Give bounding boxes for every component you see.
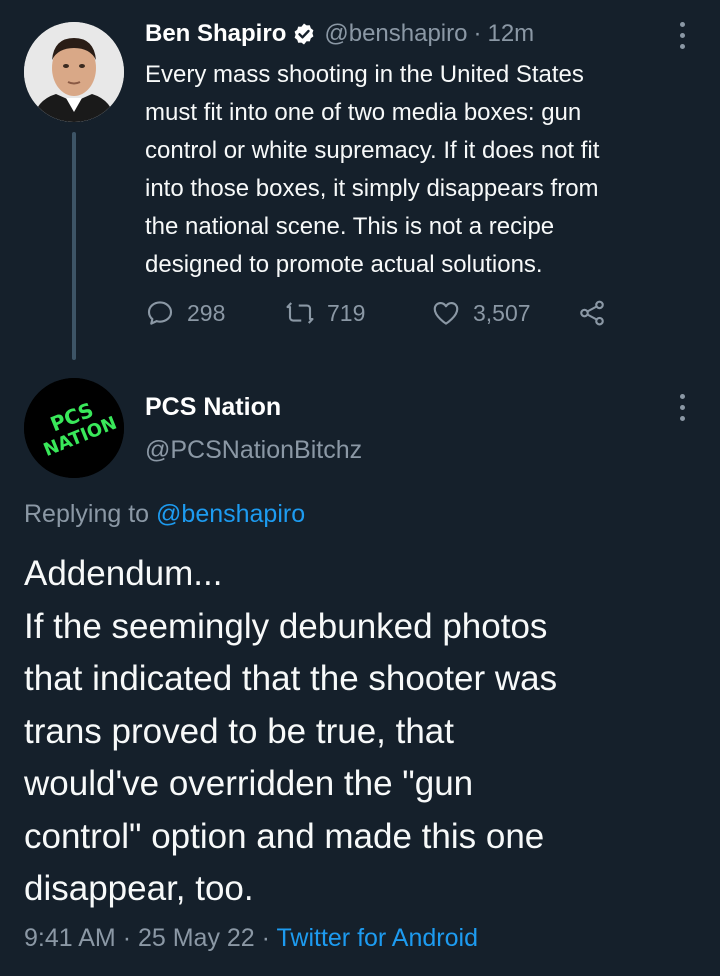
more-options-icon[interactable] xyxy=(672,22,692,52)
tweet1-line: into those boxes, it simply disappears f… xyxy=(145,175,599,202)
verified-badge-icon xyxy=(292,22,316,46)
replying-to-line: Replying to @benshapiro xyxy=(24,500,305,529)
tweet1-line: Every mass shooting in the United States xyxy=(145,61,584,88)
tweet2-line: control" option and made this one xyxy=(24,816,545,856)
like-count: 3,507 xyxy=(473,299,531,326)
meta-separator: · xyxy=(261,924,270,952)
retweet-icon xyxy=(286,302,314,324)
tweet2-source-link[interactable]: Twitter for Android xyxy=(277,924,478,952)
share-icon xyxy=(580,300,604,326)
replying-to-link[interactable]: @benshapiro xyxy=(156,500,305,528)
tweet1-text: Every mass shooting in the United States… xyxy=(145,56,705,284)
tweet1-time[interactable]: 12m xyxy=(487,20,534,48)
tweet1-author-name[interactable]: Ben Shapiro xyxy=(145,20,286,48)
tweet2-line: that indicated that the shooter was xyxy=(24,659,558,698)
reply-icon xyxy=(147,301,173,325)
tweet2-author-name[interactable]: PCS Nation xyxy=(145,393,281,422)
reply-count: 298 xyxy=(187,299,226,326)
avatar-portrait xyxy=(24,22,124,122)
tweet1-line: the national scene. This is not a recipe xyxy=(145,213,555,240)
like-icon xyxy=(433,301,459,325)
tweet1-header: Ben Shapiro @benshapiro · 12m xyxy=(145,20,534,48)
tweet2-line: If the seemingly debunked photos xyxy=(24,606,548,646)
tweet2-text: Addendum... If the seemingly debunked ph… xyxy=(24,548,714,916)
retweet-count: 719 xyxy=(327,299,366,326)
more-options-icon[interactable] xyxy=(672,394,692,424)
pcs-nation-logo: PCS NATION xyxy=(24,378,124,478)
tweet2-handle[interactable]: @PCSNationBitchz xyxy=(145,436,362,465)
avatar-ben-shapiro[interactable] xyxy=(24,22,124,122)
meta-separator: · xyxy=(122,924,132,952)
share-button[interactable] xyxy=(577,298,619,328)
tweet2-meta: 9:41 AM · 25 May 22 · Twitter for Androi… xyxy=(24,924,478,953)
tweet2-line: Addendum... xyxy=(24,554,223,593)
tweet2-time[interactable]: 9:41 AM xyxy=(24,924,116,952)
tweet2-line: trans proved to be true, that xyxy=(24,711,454,751)
avatar-pcs-nation[interactable]: PCS NATION xyxy=(24,378,124,478)
tweet2-line: would've overridden the "gun xyxy=(24,764,474,803)
tweet1-handle[interactable]: @benshapiro xyxy=(324,20,467,48)
tweet1-line: control or white supremacy. If it does n… xyxy=(145,137,600,164)
retweet-button[interactable]: 719 xyxy=(285,298,365,328)
thread-connector-line xyxy=(72,132,76,360)
like-button[interactable]: 3,507 xyxy=(431,298,531,328)
tweet1-line: designed to promote actual solutions. xyxy=(145,251,543,278)
tweet2-date[interactable]: 25 May 22 xyxy=(138,924,255,952)
tweet1-action-bar: 298 719 3,507 xyxy=(145,298,625,338)
replying-to-label: Replying to xyxy=(24,500,150,528)
tweet1-line: must fit into one of two media boxes: gu… xyxy=(145,99,582,126)
reply-button[interactable]: 298 xyxy=(145,298,225,328)
tweet1-separator: · xyxy=(473,20,482,47)
tweet2-line: disappear, too. xyxy=(24,869,254,908)
